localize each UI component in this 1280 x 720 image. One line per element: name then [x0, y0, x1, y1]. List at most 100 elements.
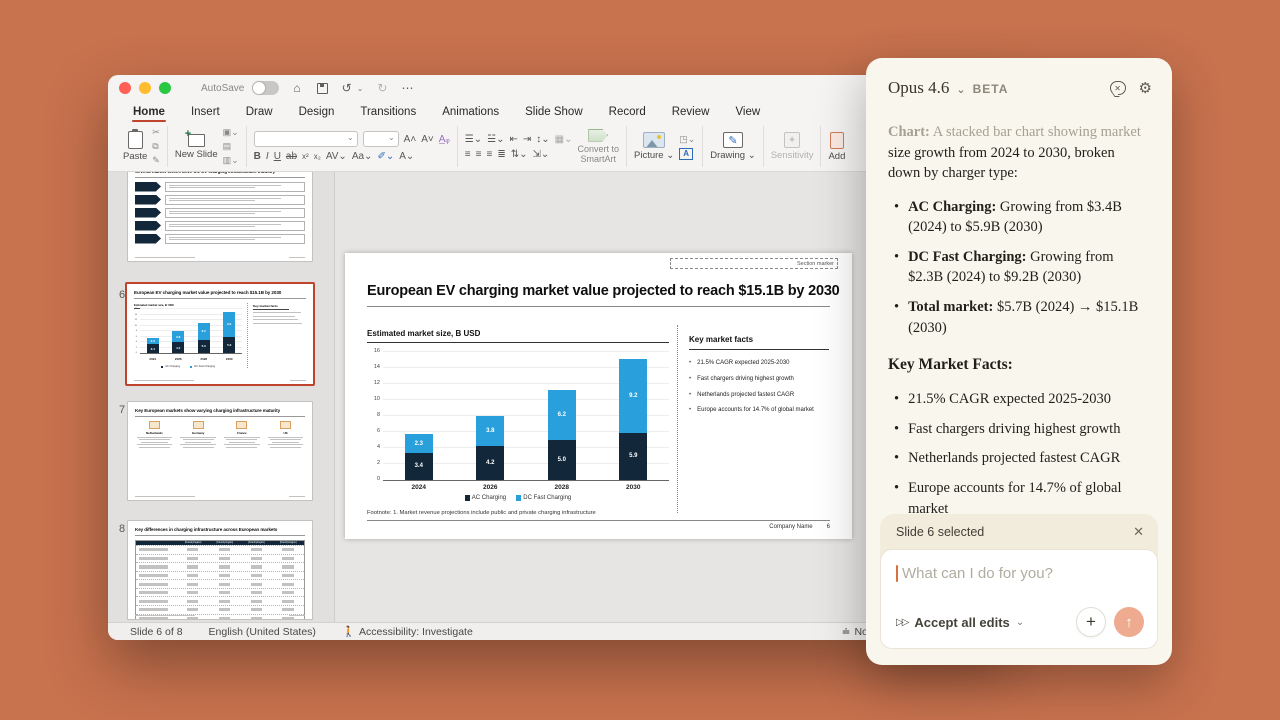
bar-2028: 5.06.2	[548, 390, 576, 480]
font-color-icon[interactable]: A⌄	[399, 151, 414, 162]
paste-icon	[128, 131, 143, 149]
clear-formatting-icon[interactable]: A̲ᵩ	[439, 134, 450, 145]
model-chevron-icon[interactable]: ⌄	[956, 83, 965, 96]
chat-bullet-item: •21.5% CAGR expected 2025-2030	[894, 389, 1150, 410]
line-spacing-icon[interactable]: ↕⌄	[536, 134, 549, 145]
font-size-select[interactable]	[363, 131, 399, 147]
section-icon[interactable]: ▥⌄	[223, 155, 239, 166]
menu-tab-insert[interactable]: Insert	[178, 103, 233, 123]
undo-icon[interactable]: ↺	[342, 82, 352, 94]
menu-tab-home[interactable]: Home	[120, 103, 178, 123]
close-window-button[interactable]	[119, 82, 131, 94]
slide-title[interactable]: European EV charging market value projec…	[367, 283, 840, 299]
minimize-window-button[interactable]	[139, 82, 151, 94]
send-button[interactable]: ↑	[1114, 607, 1144, 637]
text-box-icon[interactable]: A	[679, 148, 693, 160]
slide-layout-icon[interactable]: ▣⌄	[223, 127, 239, 138]
paste-button[interactable]: Paste	[123, 131, 147, 162]
thumbnail-slide-5[interactable]: Several market forces drive the EV charg…	[127, 172, 313, 262]
reset-layout-icon[interactable]: ▤	[223, 141, 239, 152]
decrease-indent-icon[interactable]: ⇤	[509, 134, 517, 145]
accept-all-edits-button[interactable]: Accept all edits	[914, 615, 1009, 630]
chat-bullet-item: •Total market: $5.7B (2024) → $15.1B (20…	[894, 297, 1150, 338]
ribbon-group-sensitivity: ✦ Sensitivity	[764, 126, 822, 167]
grow-font-icon[interactable]: A˄	[404, 134, 417, 145]
legend-dc-fast-charging: DC Fast Charging	[190, 365, 215, 368]
menu-tab-draw[interactable]: Draw	[233, 103, 286, 123]
drawing-button[interactable]: ✎ Drawing ⌄	[710, 132, 755, 161]
strikethrough-icon[interactable]: ab	[286, 151, 297, 162]
chip-close-icon[interactable]: ✕	[1133, 524, 1144, 540]
numbering-icon[interactable]: ☱⌄	[487, 134, 504, 145]
menu-tab-design[interactable]: Design	[286, 103, 348, 123]
undo-chevron-icon[interactable]: ⌄	[357, 84, 364, 93]
picture-icon	[643, 132, 665, 148]
settings-gear-icon[interactable]: ⚙	[1139, 81, 1152, 96]
new-slide-button[interactable]: New Slide	[175, 134, 218, 160]
bullets-icon[interactable]: ☰⌄	[465, 134, 482, 145]
message-input[interactable]: What can I do for you? ▷▷ Accept all edi…	[880, 549, 1158, 649]
menu-tab-transitions[interactable]: Transitions	[347, 103, 429, 123]
columns-icon[interactable]: ▦⌄	[555, 134, 573, 145]
picture-button[interactable]: Picture ⌄	[634, 132, 674, 161]
shrink-font-icon[interactable]: A˅	[421, 134, 434, 145]
chart-title: Estimated market size, B USD	[367, 329, 669, 338]
underline-icon[interactable]: U	[274, 151, 281, 162]
key-facts-block[interactable]: Key market facts •21.5% CAGR expected 20…	[689, 335, 839, 423]
accessibility-status[interactable]: 🚶 Accessibility: Investigate	[342, 625, 473, 638]
italic-icon[interactable]: I	[266, 151, 269, 162]
current-slide[interactable]: Section marker European EV charging mark…	[345, 253, 852, 539]
language-label[interactable]: English (United States)	[209, 626, 316, 638]
increase-indent-icon[interactable]: ⇥	[523, 134, 531, 145]
close-chat-icon[interactable]: ✕	[1110, 81, 1126, 95]
align-left-icon[interactable]: ≡	[465, 149, 471, 160]
align-right-icon[interactable]: ≡	[486, 149, 492, 160]
justify-icon[interactable]: ≣	[497, 149, 505, 160]
beta-badge: BETA	[973, 82, 1009, 96]
bar-2028: 5.06.2	[198, 323, 210, 354]
slide-count-label: Slide 6 of 8	[130, 626, 183, 638]
accept-chevron-icon[interactable]: ⌄	[1016, 617, 1024, 628]
assistant-header: Opus 4.6 ⌄ BETA ✕ ⚙	[866, 58, 1172, 98]
sensitivity-icon: ✦	[784, 132, 800, 148]
subscript-icon[interactable]: x₂	[314, 152, 321, 161]
font-name-select[interactable]	[254, 131, 358, 147]
menu-tab-slide-show[interactable]: Slide Show	[512, 103, 596, 123]
model-selector[interactable]: Opus 4.6	[888, 78, 949, 98]
copy-icon[interactable]: ⧉	[152, 141, 160, 152]
addins-button[interactable]: Add	[828, 132, 845, 162]
convert-smartart-button[interactable]: Convert toSmartArt	[577, 129, 619, 165]
titlebar-more-icon[interactable]: ⋯	[401, 82, 413, 94]
zoom-window-button[interactable]	[159, 82, 171, 94]
align-text-icon[interactable]: ⇲⌄	[532, 149, 549, 160]
attach-button[interactable]: +	[1076, 607, 1106, 637]
thumbnail-slide-6-selected[interactable]: European EV charging market value projec…	[125, 282, 315, 386]
slide-footer-company: Company Name	[769, 524, 812, 530]
bold-icon[interactable]: B	[254, 151, 261, 162]
menu-tab-animations[interactable]: Animations	[429, 103, 512, 123]
key-fact-item: •Fast chargers driving highest growth	[689, 376, 839, 384]
slide-chart-block[interactable]: Estimated market size, B USD 02468101214…	[367, 329, 669, 501]
save-icon[interactable]	[317, 83, 328, 94]
redo-icon[interactable]: ↻	[377, 82, 387, 94]
thumbnail-slide-8[interactable]: Key differences in charging infrastructu…	[127, 520, 313, 620]
home-icon[interactable]: ⌂	[293, 82, 300, 94]
format-painter-icon[interactable]: ✎	[152, 155, 160, 166]
character-spacing-icon[interactable]: AV⌄	[326, 151, 347, 162]
section-marker-placeholder[interactable]: Section marker	[670, 258, 838, 269]
text-direction-icon[interactable]: ⇅⌄	[511, 149, 528, 160]
menu-tab-record[interactable]: Record	[596, 103, 659, 123]
stacked-bar-chart: 02468101214163.42.34.23.85.06.25.99.2202…	[367, 353, 669, 501]
autosave-label: AutoSave	[201, 83, 244, 94]
superscript-icon[interactable]: x²	[302, 152, 309, 161]
menu-tab-view[interactable]: View	[722, 103, 773, 123]
shapes-icon[interactable]: ◳⌄	[679, 134, 695, 145]
sensitivity-button[interactable]: ✦ Sensitivity	[771, 132, 814, 161]
menu-tab-review[interactable]: Review	[659, 103, 723, 123]
autosave-toggle[interactable]	[252, 81, 279, 95]
align-center-icon[interactable]: ≡	[476, 149, 482, 160]
highlight-icon[interactable]: ✐⌄	[377, 151, 394, 162]
change-case-icon[interactable]: Aa⌄	[352, 151, 373, 162]
thumbnail-slide-7[interactable]: Key European markets show varying chargi…	[127, 401, 313, 501]
cut-icon[interactable]: ✂	[152, 127, 160, 138]
